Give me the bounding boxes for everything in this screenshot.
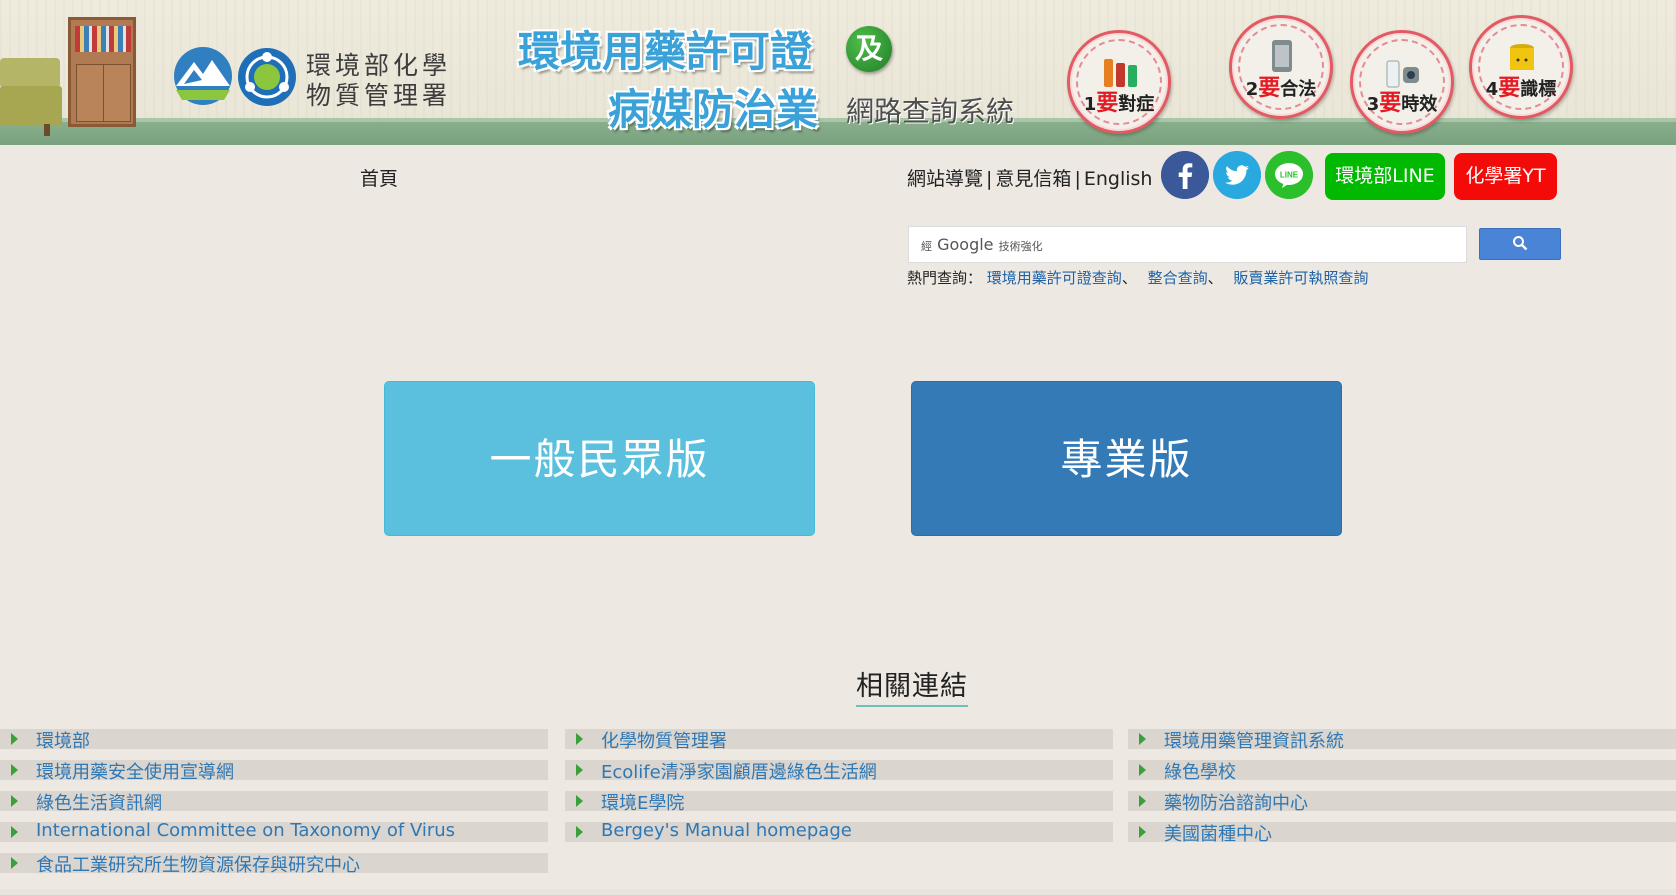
english-link[interactable]: English	[1084, 168, 1153, 190]
facebook-icon[interactable]	[1161, 151, 1209, 199]
related-link[interactable]: 藥物防治諮詢中心	[1164, 789, 1308, 815]
system-title-line1: 環境用藥許可證	[518, 27, 813, 76]
triangle-right-icon	[1139, 795, 1146, 807]
list-item: 環境部	[0, 729, 548, 752]
related-links-column-2: 化學物質管理署 Ecolife清淨家園顧厝邊綠色生活網 環境E學院 Bergey…	[565, 729, 1113, 853]
search-icon	[1513, 235, 1528, 250]
related-link[interactable]: Bergey's Manual homepage	[601, 820, 852, 841]
list-item: 食品工業研究所生物資源保存與研究中心	[0, 853, 548, 876]
bookshelf-illustration	[68, 17, 136, 127]
triangle-right-icon	[11, 857, 18, 869]
hot-queries-label: 熱門查詢：	[907, 269, 983, 287]
system-subtitle: 網路查詢系統	[846, 95, 1015, 128]
line-icon-text: LINE	[1280, 171, 1299, 180]
triangle-right-icon	[1139, 826, 1146, 838]
footer-band	[0, 889, 1676, 895]
related-link[interactable]: International Committee on Taxonomy of V…	[36, 820, 455, 841]
hot-queries: 熱門查詢： 環境用藥許可證查詢、 整合查詢、 販賣業許可執照查詢	[907, 269, 1369, 287]
related-links-column-1: 環境部 環境用藥安全使用宣導網 綠色生活資訊網 International Co…	[0, 729, 548, 884]
badge-label-2: 2要合法	[1245, 76, 1317, 101]
list-item: 化學物質管理署	[565, 729, 1113, 752]
utility-links: 網站導覽 | 意見信箱 | English	[907, 164, 1152, 191]
list-item: Bergey's Manual homepage	[565, 820, 1113, 842]
agency-logo[interactable]: 環境部化學 物質管理署	[172, 44, 472, 110]
list-item: 綠色學校	[1128, 760, 1676, 783]
related-link[interactable]: 環境部	[36, 727, 90, 753]
general-public-version-button[interactable]: 一般民眾版	[384, 381, 815, 536]
badge-circle-1: 1要對症	[1067, 30, 1171, 134]
badge-circle-2: 2要合法	[1229, 15, 1333, 119]
triangle-right-icon	[11, 764, 18, 776]
youtube-channel-button[interactable]: 化學署YT	[1454, 153, 1557, 200]
list-item: 環境E學院	[565, 791, 1113, 814]
professional-version-button[interactable]: 專業版	[911, 381, 1342, 536]
triangle-right-icon	[11, 795, 18, 807]
triangle-right-icon	[576, 826, 583, 838]
org-name-line2: 物質管理署	[306, 81, 452, 110]
list-item: 環境用藥管理資訊系統	[1128, 729, 1676, 752]
search-button[interactable]	[1479, 228, 1561, 260]
nav-home-link[interactable]: 首頁	[360, 164, 398, 191]
badge-label-4: 4要識標	[1485, 76, 1557, 101]
search-box: 經 Google 技術強化	[908, 226, 1467, 263]
chemical-agency-logo-icon	[238, 48, 296, 106]
related-links-title: 相關連結	[856, 664, 968, 707]
triangle-right-icon	[11, 733, 18, 745]
hot-query-link-integrated[interactable]: 整合查詢	[1148, 269, 1208, 287]
triangle-right-icon	[576, 795, 583, 807]
related-link[interactable]: 環境用藥管理資訊系統	[1164, 727, 1344, 753]
list-item: 環境用藥安全使用宣導網	[0, 760, 548, 783]
header-banner: 環境部化學 物質管理署 環境用藥許可證 及 病媒防治業 網路查詢系統 1要對症 …	[0, 0, 1676, 145]
separator: |	[1074, 168, 1081, 190]
related-link[interactable]: 食品工業研究所生物資源保存與研究中心	[36, 851, 360, 877]
feedback-link[interactable]: 意見信箱	[995, 168, 1071, 190]
related-link[interactable]: Ecolife清淨家園顧厝邊綠色生活網	[601, 758, 877, 784]
triangle-right-icon	[1139, 733, 1146, 745]
line-icon[interactable]: LINE	[1265, 151, 1313, 199]
hot-query-link-license[interactable]: 環境用藥許可證查詢	[987, 269, 1122, 287]
sitemap-link[interactable]: 網站導覽	[907, 168, 983, 190]
triangle-right-icon	[576, 733, 583, 745]
line-official-button[interactable]: 環境部LINE	[1325, 153, 1445, 200]
related-link[interactable]: 綠色生活資訊網	[36, 789, 162, 815]
search-input[interactable]	[909, 227, 1466, 262]
ministry-logo-icon	[174, 47, 232, 105]
related-link[interactable]: 美國菌種中心	[1164, 820, 1272, 846]
badge-label-1: 1要對症	[1083, 91, 1155, 116]
hot-query-link-sales-permit[interactable]: 販賣業許可執照查詢	[1233, 269, 1368, 287]
badge-circle-3: 3要時效	[1350, 30, 1454, 134]
triangle-right-icon	[1139, 764, 1146, 776]
list-item: 藥物防治諮詢中心	[1128, 791, 1676, 814]
list-item: 美國菌種中心	[1128, 822, 1676, 845]
and-badge: 及	[846, 26, 892, 72]
triangle-right-icon	[11, 826, 18, 838]
twitter-icon[interactable]	[1213, 151, 1261, 199]
related-link[interactable]: 環境用藥安全使用宣導網	[36, 758, 234, 784]
separator: |	[986, 168, 993, 190]
badge-circle-4: 4要識標	[1469, 15, 1573, 119]
list-item: International Committee on Taxonomy of V…	[0, 820, 548, 842]
triangle-right-icon	[576, 764, 583, 776]
related-link[interactable]: 綠色學校	[1164, 758, 1236, 784]
sofa-illustration	[0, 58, 62, 138]
list-item: Ecolife清淨家園顧厝邊綠色生活網	[565, 760, 1113, 783]
system-title-line2: 病媒防治業	[608, 85, 819, 134]
list-item: 綠色生活資訊網	[0, 791, 548, 814]
related-link[interactable]: 化學物質管理署	[601, 727, 727, 753]
related-links-column-3: 環境用藥管理資訊系統 綠色學校 藥物防治諮詢中心 美國菌種中心	[1128, 729, 1676, 853]
badge-label-3: 3要時效	[1366, 91, 1438, 116]
related-link[interactable]: 環境E學院	[601, 789, 684, 815]
